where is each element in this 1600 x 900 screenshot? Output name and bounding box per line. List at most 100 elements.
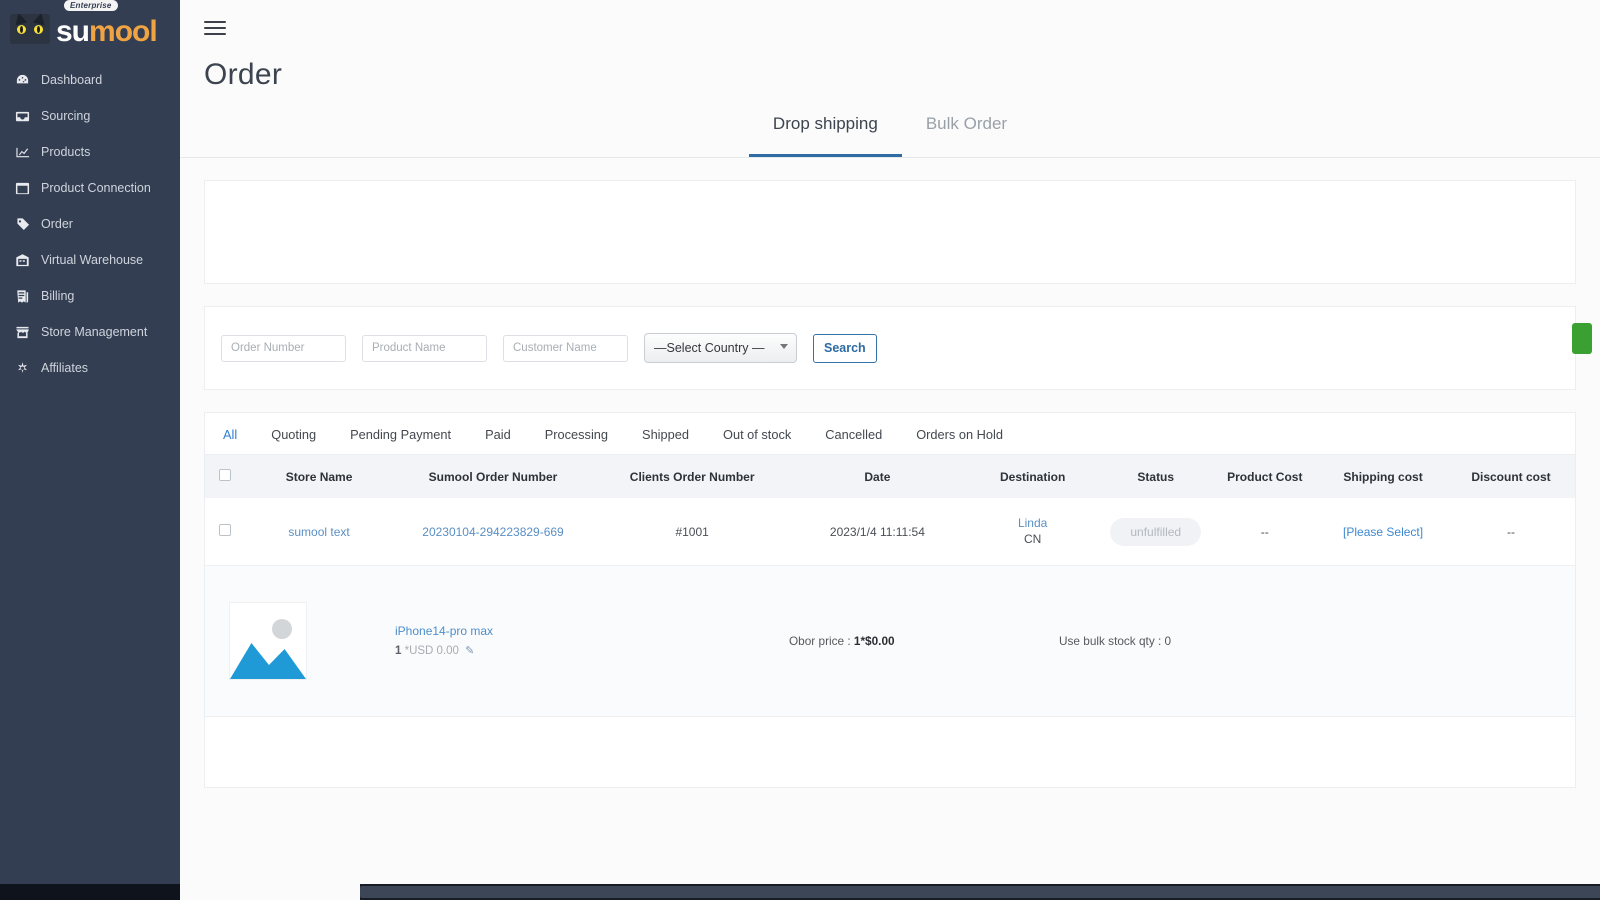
order-number-input[interactable] — [221, 334, 346, 362]
status-tab-processing[interactable]: Processing — [545, 427, 608, 442]
banner-card — [204, 180, 1576, 284]
status-tab-out-of-stock[interactable]: Out of stock — [723, 427, 791, 442]
product-qty-price: 1 *USD 0.00 ✎ — [395, 641, 493, 661]
header-clients-order-number[interactable]: Clients Order Number — [593, 455, 791, 498]
header-status[interactable]: Status — [1101, 455, 1211, 498]
header-store-name[interactable]: Store Name — [245, 455, 393, 498]
sidebar-item-label: Product Connection — [41, 181, 151, 195]
header-date[interactable]: Date — [790, 455, 965, 498]
sidebar-item-product-connection[interactable]: Product Connection — [0, 170, 180, 206]
row-checkbox[interactable] — [219, 524, 232, 536]
invoice-icon — [14, 288, 30, 304]
cell-sumool-order-number: 20230104-294223829-669 — [392, 498, 594, 566]
store-name-link[interactable]: sumool text — [288, 525, 349, 539]
product-info: iPhone14-pro max 1 *USD 0.00 ✎ — [395, 621, 493, 661]
product-name-input[interactable] — [362, 334, 487, 362]
header-discount-cost[interactable]: Discount cost — [1447, 455, 1575, 498]
inbox-icon — [14, 108, 30, 124]
status-tab-pending-payment[interactable]: Pending Payment — [350, 427, 451, 442]
destination-name-link[interactable]: Linda — [968, 516, 1097, 531]
status-tab-quoting[interactable]: Quoting — [271, 427, 316, 442]
tab-drop-shipping[interactable]: Drop shipping — [748, 110, 902, 157]
sidebar-item-label: Products — [41, 145, 91, 159]
sidebar-item-store-management[interactable]: Store Management — [0, 314, 180, 350]
pencil-icon[interactable]: ✎ — [465, 645, 474, 657]
main-content: Order Drop shipping Bulk Order —Select C… — [180, 0, 1600, 900]
sidebar-nav: Dashboard Sourcing Products Product Conn… — [0, 58, 180, 386]
sidebar-item-sourcing[interactable]: Sourcing — [0, 98, 180, 134]
search-button[interactable]: Search — [813, 333, 877, 363]
sidebar: Enterprise sumool Dashboard Sourcing Pro… — [0, 0, 180, 884]
sidebar-item-label: Virtual Warehouse — [41, 253, 144, 267]
product-qty: 1 — [395, 645, 402, 657]
header-shipping-cost[interactable]: Shipping cost — [1319, 455, 1448, 498]
hamburger-icon[interactable] — [204, 17, 226, 39]
order-type-tabs: Drop shipping Bulk Order — [180, 110, 1600, 158]
select-all-checkbox[interactable] — [219, 469, 232, 481]
sidebar-item-label: Affiliates — [41, 361, 89, 375]
status-tab-shipped[interactable]: Shipped — [642, 427, 689, 442]
status-tab-all[interactable]: All — [223, 427, 237, 442]
status-filter-tabs: All Quoting Pending Payment Paid Process… — [205, 413, 1575, 455]
header-product-cost[interactable]: Product Cost — [1210, 455, 1320, 498]
header-sumool-order-number[interactable]: Sumool Order Number — [392, 455, 594, 498]
horizontal-scrollbar[interactable] — [360, 884, 1600, 900]
image-placeholder-icon — [229, 602, 307, 680]
destination-country-code: CN — [1023, 532, 1042, 546]
orders-table-card: All Quoting Pending Payment Paid Process… — [204, 412, 1576, 788]
tab-bulk-order[interactable]: Bulk Order — [902, 110, 1031, 157]
tag-icon — [14, 216, 30, 232]
cell-date: 2023/1/4 11:11:54 — [790, 498, 965, 566]
bulk-stock-qty: Use bulk stock qty : 0 — [1059, 634, 1172, 648]
sidebar-item-billing[interactable]: Billing — [0, 278, 180, 314]
app-root: Enterprise sumool Dashboard Sourcing Pro… — [0, 0, 1600, 900]
sumool-order-number-link[interactable]: 20230104-294223829-669 — [422, 525, 563, 539]
status-tab-paid[interactable]: Paid — [485, 427, 511, 442]
filter-row: —Select Country — Search — [221, 333, 1559, 363]
sidebar-item-products[interactable]: Products — [0, 134, 180, 170]
orders-table: Store Name Sumool Order Number Clients O… — [205, 455, 1575, 717]
dashboard-icon — [14, 72, 30, 88]
sidebar-item-virtual-warehouse[interactable]: Virtual Warehouse — [0, 242, 180, 278]
brand-text: Enterprise sumool — [56, 0, 158, 49]
page-title: Order — [204, 58, 283, 91]
sidebar-item-affiliates[interactable]: Affiliates — [0, 350, 180, 386]
side-action-button[interactable] — [1572, 323, 1592, 354]
shipping-cost-select-link[interactable]: [Please Select] — [1343, 525, 1423, 539]
status-tab-cancelled[interactable]: Cancelled — [825, 427, 882, 442]
product-detail-cell: iPhone14-pro max 1 *USD 0.00 ✎ Obor pric… — [205, 565, 1575, 717]
sidebar-item-label: Store Management — [41, 325, 148, 339]
country-select-wrapper: —Select Country — — [644, 333, 797, 363]
table-row: sumool text 20230104-294223829-669 #1001… — [205, 498, 1575, 566]
cell-store-name: sumool text — [245, 498, 393, 566]
cell-destination: Linda CN — [964, 498, 1102, 566]
product-name-link[interactable]: iPhone14-pro max — [395, 621, 493, 641]
brand-name-part1: su — [56, 15, 90, 48]
store-icon — [14, 324, 30, 340]
product-price-text: *USD 0.00 — [404, 645, 459, 657]
content-area: —Select Country — Search All Quoting Pen… — [180, 180, 1600, 788]
scrollbar-thumb[interactable] — [360, 886, 1600, 898]
chart-line-icon — [14, 144, 30, 160]
cell-shipping-cost: [Please Select] — [1319, 498, 1448, 566]
obor-price-value: 1*$0.00 — [853, 634, 895, 648]
sidebar-footer-strip — [0, 884, 180, 900]
cell-clients-order-number: #1001 — [593, 498, 791, 566]
sidebar-item-label: Billing — [41, 289, 75, 303]
customer-name-input[interactable] — [503, 334, 628, 362]
brand-bubble-label: Enterprise — [64, 0, 118, 11]
filter-card: —Select Country — Search — [204, 306, 1592, 390]
sidebar-item-dashboard[interactable]: Dashboard — [0, 62, 180, 98]
sidebar-item-order[interactable]: Order — [0, 206, 180, 242]
country-select[interactable]: —Select Country — — [644, 333, 797, 363]
sidebar-item-label: Sourcing — [41, 109, 91, 123]
cell-product-cost: -- — [1210, 498, 1320, 566]
orders-table-head: Store Name Sumool Order Number Clients O… — [205, 455, 1575, 498]
sidebar-item-label: Dashboard — [41, 73, 103, 87]
header-destination[interactable]: Destination — [964, 455, 1102, 498]
sidebar-item-label: Order — [41, 217, 73, 231]
brand-name-part2: mool — [89, 15, 158, 48]
topbar — [180, 0, 1600, 56]
brand-logo[interactable]: Enterprise sumool — [0, 0, 180, 58]
status-tab-orders-on-hold[interactable]: Orders on Hold — [916, 427, 1003, 442]
